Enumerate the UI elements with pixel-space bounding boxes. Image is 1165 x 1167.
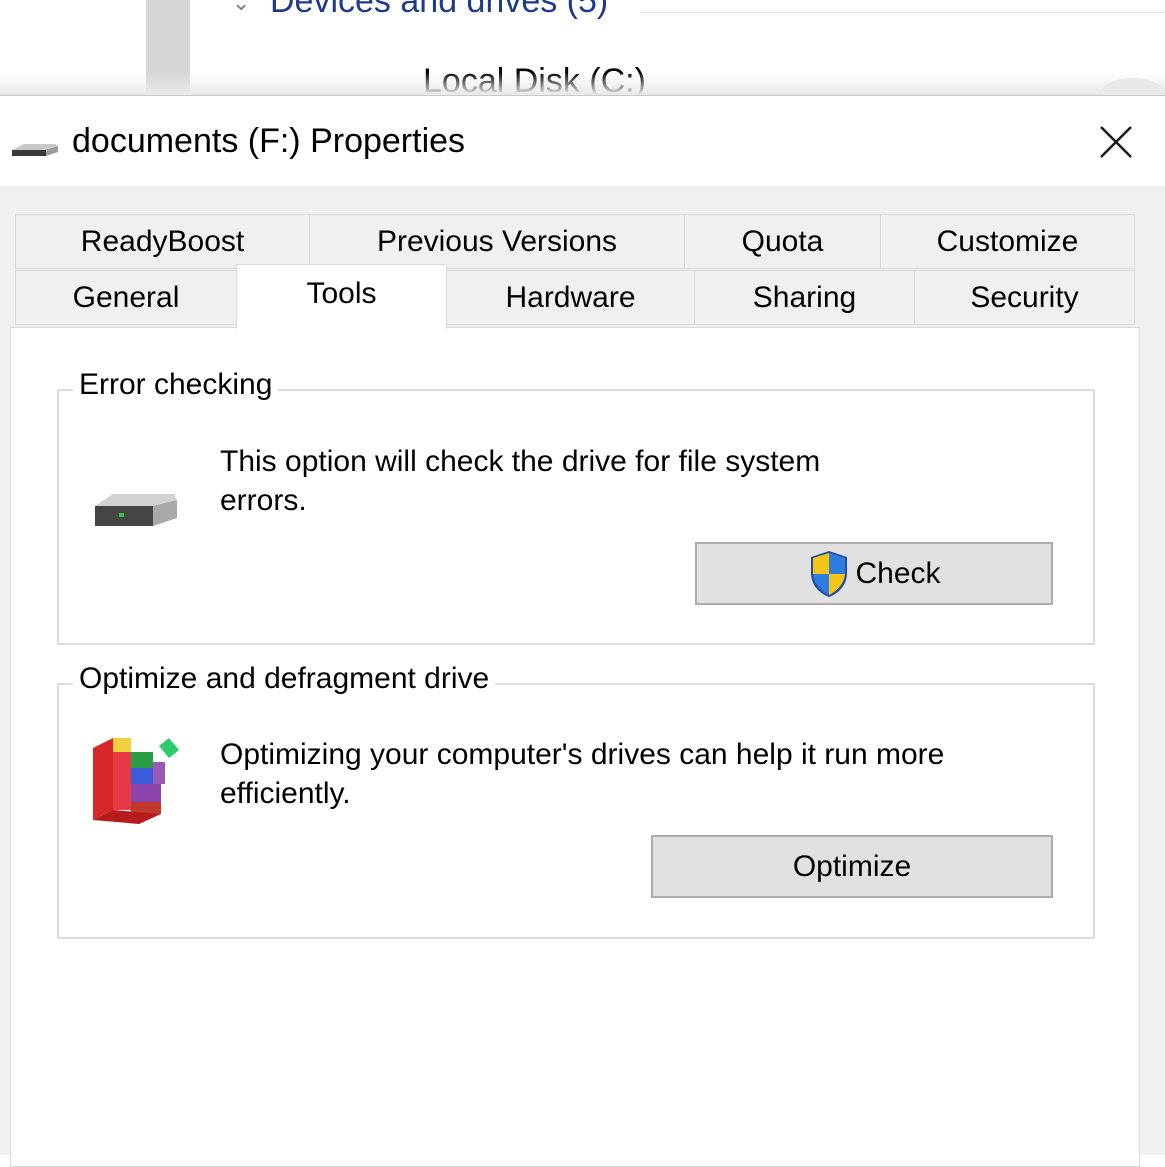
dialog-title: documents (F:) Properties xyxy=(72,122,466,160)
explorer-background: ⌄ Devices and drives (5) Local Disk (C:) xyxy=(0,0,1165,95)
tools-tab-panel: Error checking This option will check th… xyxy=(10,327,1140,1167)
shadow-fade xyxy=(0,72,1165,95)
tab-general[interactable]: General xyxy=(15,270,237,325)
error-checking-label: Error checking xyxy=(73,368,279,402)
optimize-description-line1: Optimizing your computer's drives can he… xyxy=(220,738,945,771)
error-checking-description-line1: This option will check the drive for fil… xyxy=(220,445,821,478)
tab-quota[interactable]: Quota xyxy=(684,214,881,269)
tab-sharing[interactable]: Sharing xyxy=(694,270,915,325)
tab-customize[interactable]: Customize xyxy=(880,214,1135,269)
chevron-down-icon[interactable]: ⌄ xyxy=(232,0,250,16)
group-divider xyxy=(640,12,1165,13)
close-button[interactable] xyxy=(1090,120,1142,164)
title-bar: documents (F:) Properties xyxy=(0,96,1165,186)
tab-strip: ReadyBoost Previous Versions Quota Custo… xyxy=(0,214,1165,329)
tab-previous-versions[interactable]: Previous Versions xyxy=(309,214,685,269)
tab-hardware[interactable]: Hardware xyxy=(446,270,695,325)
optimize-button[interactable]: Optimize xyxy=(651,835,1053,898)
optimize-description-line2: efficiently. xyxy=(220,777,351,810)
check-button[interactable]: Check xyxy=(695,542,1053,605)
uac-shield-icon xyxy=(807,549,851,599)
tab-readyboost[interactable]: ReadyBoost xyxy=(15,214,310,269)
tab-security[interactable]: Security xyxy=(914,270,1135,325)
tab-tools[interactable]: Tools xyxy=(236,264,447,329)
properties-dialog: documents (F:) Properties ReadyBoost Pre… xyxy=(0,95,1165,1167)
defragment-icon xyxy=(89,732,183,829)
optimize-label: Optimize and defragment drive xyxy=(73,662,496,696)
devices-group-header[interactable]: Devices and drives (5) xyxy=(270,0,608,21)
error-checking-group xyxy=(57,389,1095,645)
close-icon xyxy=(1100,126,1132,158)
optimize-button-label: Optimize xyxy=(792,849,912,883)
check-button-label: Check xyxy=(855,556,941,590)
drive-icon xyxy=(10,138,60,165)
error-checking-description-line2: errors. xyxy=(220,484,307,517)
optimize-group xyxy=(57,683,1095,939)
drive-icon xyxy=(89,486,181,539)
